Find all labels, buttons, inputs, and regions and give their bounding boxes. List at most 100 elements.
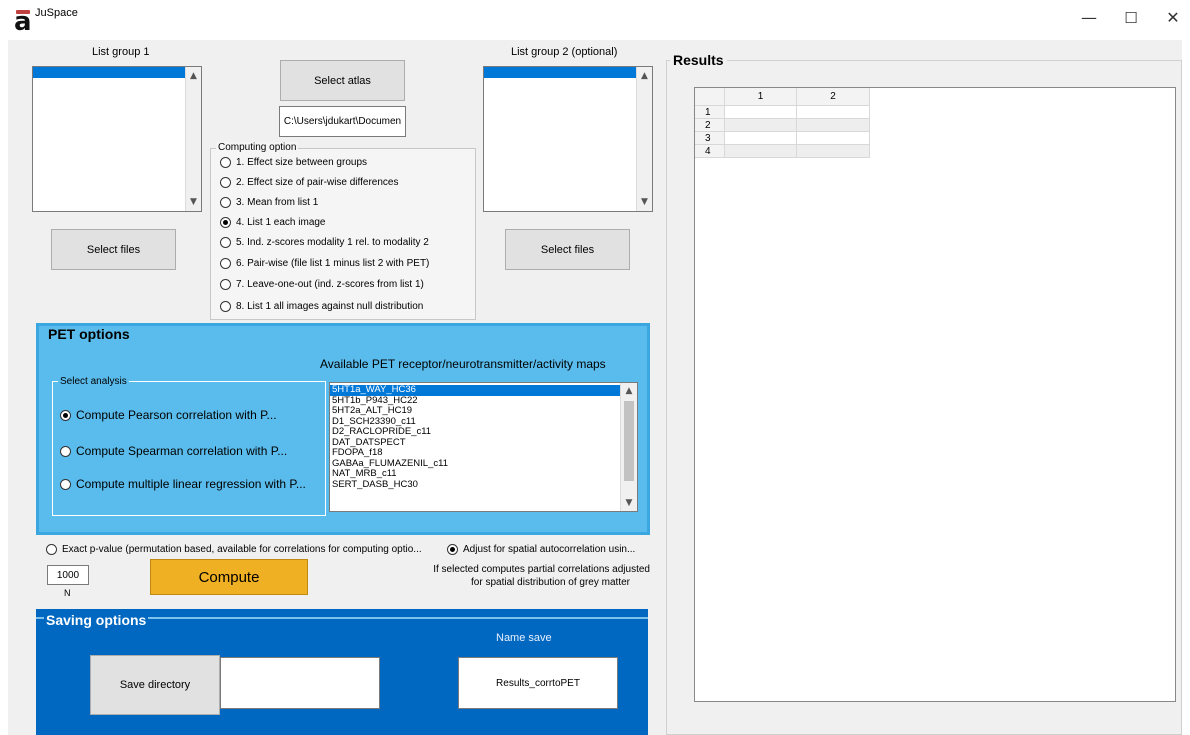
table-cell[interactable] <box>797 132 870 145</box>
analysis-option-regression[interactable]: Compute multiple linear regression with … <box>60 477 306 491</box>
save-directory-field[interactable] <box>220 657 380 709</box>
select-files-button-2[interactable]: Select files <box>505 229 630 270</box>
results-legend: Results <box>670 52 727 68</box>
atlas-path-field[interactable]: C:\Users\jdukart\Documen <box>279 106 406 137</box>
close-icon[interactable]: ✕ <box>1158 6 1188 30</box>
pet-maps-scrollbar[interactable]: ▲ ▼ <box>620 383 637 511</box>
list-group-1-listbox[interactable]: ▲ ▼ <box>32 66 202 212</box>
analysis-option-label: Compute multiple linear regression with … <box>76 477 306 491</box>
list-item[interactable]: FDOPA_f18 <box>330 447 620 459</box>
select-analysis-legend: Select analysis <box>58 376 129 387</box>
pet-options-legend: PET options <box>46 326 132 342</box>
computing-option-label: 6. Pair-wise (file list 1 minus list 2 w… <box>236 258 430 269</box>
table-cell[interactable] <box>725 145 797 158</box>
select-files-button-1[interactable]: Select files <box>51 229 176 270</box>
list-group-2-scrollbar[interactable]: ▲ ▼ <box>636 67 652 211</box>
autocorrelation-note-line-2: for spatial distribution of grey matter <box>471 577 630 588</box>
pet-maps-listbox[interactable]: 5HT1a_WAY_HC36 5HT1b_P943_HC22 5HT2a_ALT… <box>329 382 638 512</box>
radio-button-selected[interactable] <box>447 544 458 555</box>
table-cell[interactable] <box>797 119 870 132</box>
name-save-field[interactable]: Results_corrtoPET <box>458 657 618 709</box>
table-cell[interactable] <box>797 145 870 158</box>
app-logo-icon: a <box>14 7 32 37</box>
radio-button-selected[interactable] <box>60 409 71 421</box>
n-permutations-field[interactable]: 1000 <box>47 565 89 585</box>
radio-button[interactable] <box>60 478 71 490</box>
computing-option-8[interactable]: 8. List 1 all images against null distri… <box>220 301 423 312</box>
scrollbar-thumb[interactable] <box>624 401 634 481</box>
scroll-up-icon[interactable]: ▲ <box>637 71 652 81</box>
table-cell[interactable] <box>725 119 797 132</box>
scroll-down-icon[interactable]: ▼ <box>621 498 637 508</box>
adjust-autocorrelation-label: Adjust for spatial autocorrelation usin.… <box>463 544 636 555</box>
computing-option-label: 1. Effect size between groups <box>236 157 368 168</box>
radio-button[interactable] <box>220 177 231 188</box>
table-cell[interactable] <box>797 106 870 119</box>
computing-option-label: 3. Mean from list 1 <box>236 197 319 208</box>
scroll-up-icon[interactable]: ▲ <box>621 386 637 396</box>
computing-option-2[interactable]: 2. Effect size of pair-wise differences <box>220 177 399 188</box>
computing-option-7[interactable]: 7. Leave-one-out (ind. z-scores from lis… <box>220 279 424 290</box>
list-group-1-label: List group 1 <box>92 46 150 58</box>
radio-button[interactable] <box>220 237 231 248</box>
computing-option-label: 4. List 1 each image <box>236 217 326 228</box>
row-header[interactable]: 3 <box>695 132 725 145</box>
radio-button[interactable] <box>220 157 231 168</box>
scroll-up-icon[interactable]: ▲ <box>186 71 201 81</box>
analysis-option-label: Compute Spearman correlation with P... <box>76 444 288 458</box>
computing-option-label: 7. Leave-one-out (ind. z-scores from lis… <box>236 279 424 290</box>
adjust-autocorrelation-option[interactable]: Adjust for spatial autocorrelation usin.… <box>447 544 635 555</box>
table-cell[interactable] <box>725 132 797 145</box>
table-cell[interactable] <box>725 106 797 119</box>
scroll-down-icon[interactable]: ▼ <box>637 197 652 207</box>
autocorrelation-note-line-1: If selected computes partial correlation… <box>433 564 650 575</box>
scroll-down-icon[interactable]: ▼ <box>186 197 201 207</box>
row-header[interactable]: 2 <box>695 119 725 132</box>
exact-p-value-option[interactable]: Exact p-value (permutation based, availa… <box>46 544 422 555</box>
list-item[interactable]: 5HT2a_ALT_HC19 <box>330 405 620 417</box>
computing-option-5[interactable]: 5. Ind. z-scores modality 1 rel. to moda… <box>220 237 429 248</box>
column-header[interactable]: 1 <box>725 88 797 106</box>
list-group-1-selected-row[interactable] <box>33 67 185 78</box>
analysis-option-pearson[interactable]: Compute Pearson correlation with P... <box>60 408 277 422</box>
computing-option-6[interactable]: 6. Pair-wise (file list 1 minus list 2 w… <box>220 258 429 269</box>
exact-p-value-label: Exact p-value (permutation based, availa… <box>62 544 422 555</box>
saving-options-legend: Saving options <box>44 612 149 628</box>
column-header[interactable]: 2 <box>797 88 870 106</box>
radio-button-selected[interactable] <box>220 217 231 228</box>
list-group-2-listbox[interactable]: ▲ ▼ <box>483 66 653 212</box>
title-bar <box>0 0 1190 40</box>
pet-available-maps-label: Available PET receptor/neurotransmitter/… <box>320 357 606 371</box>
computing-option-label: 8. List 1 all images against null distri… <box>236 301 424 312</box>
radio-button[interactable] <box>46 544 57 555</box>
minimize-icon[interactable]: — <box>1074 6 1104 30</box>
computing-option-3[interactable]: 3. Mean from list 1 <box>220 197 318 208</box>
compute-button[interactable]: Compute <box>150 559 308 595</box>
radio-button[interactable] <box>220 258 231 269</box>
computing-option-legend: Computing option <box>216 142 299 153</box>
row-header[interactable]: 1 <box>695 106 725 119</box>
computing-option-1[interactable]: 1. Effect size between groups <box>220 157 367 168</box>
pet-maps-items: 5HT1a_WAY_HC36 5HT1b_P943_HC22 5HT2a_ALT… <box>330 384 620 491</box>
results-table[interactable]: 1 2 1 2 3 4 <box>694 87 1176 702</box>
window-title: JuSpace <box>35 7 78 19</box>
radio-button[interactable] <box>60 445 71 457</box>
row-header[interactable]: 4 <box>695 145 725 158</box>
list-item[interactable]: D2_RACLOPRIDE_c11 <box>330 426 620 438</box>
maximize-icon[interactable]: ☐ <box>1116 6 1146 30</box>
save-directory-button[interactable]: Save directory <box>90 655 220 715</box>
list-item[interactable]: 5HT1a_WAY_HC36 <box>330 384 620 396</box>
analysis-option-spearman[interactable]: Compute Spearman correlation with P... <box>60 444 287 458</box>
list-group-2-selected-row[interactable] <box>484 67 636 78</box>
computing-option-group <box>210 148 476 320</box>
radio-button[interactable] <box>220 197 231 208</box>
radio-button[interactable] <box>220 279 231 290</box>
list-group-1-scrollbar[interactable]: ▲ ▼ <box>185 67 201 211</box>
radio-button[interactable] <box>220 301 231 312</box>
select-atlas-button[interactable]: Select atlas <box>280 60 405 101</box>
list-group-2-label: List group 2 (optional) <box>511 46 618 58</box>
computing-option-4[interactable]: 4. List 1 each image <box>220 217 326 228</box>
table-corner-cell <box>695 88 725 106</box>
list-item[interactable]: SERT_DASB_HC30 <box>330 479 620 491</box>
list-item[interactable]: NAT_MRB_c11 <box>330 468 620 480</box>
